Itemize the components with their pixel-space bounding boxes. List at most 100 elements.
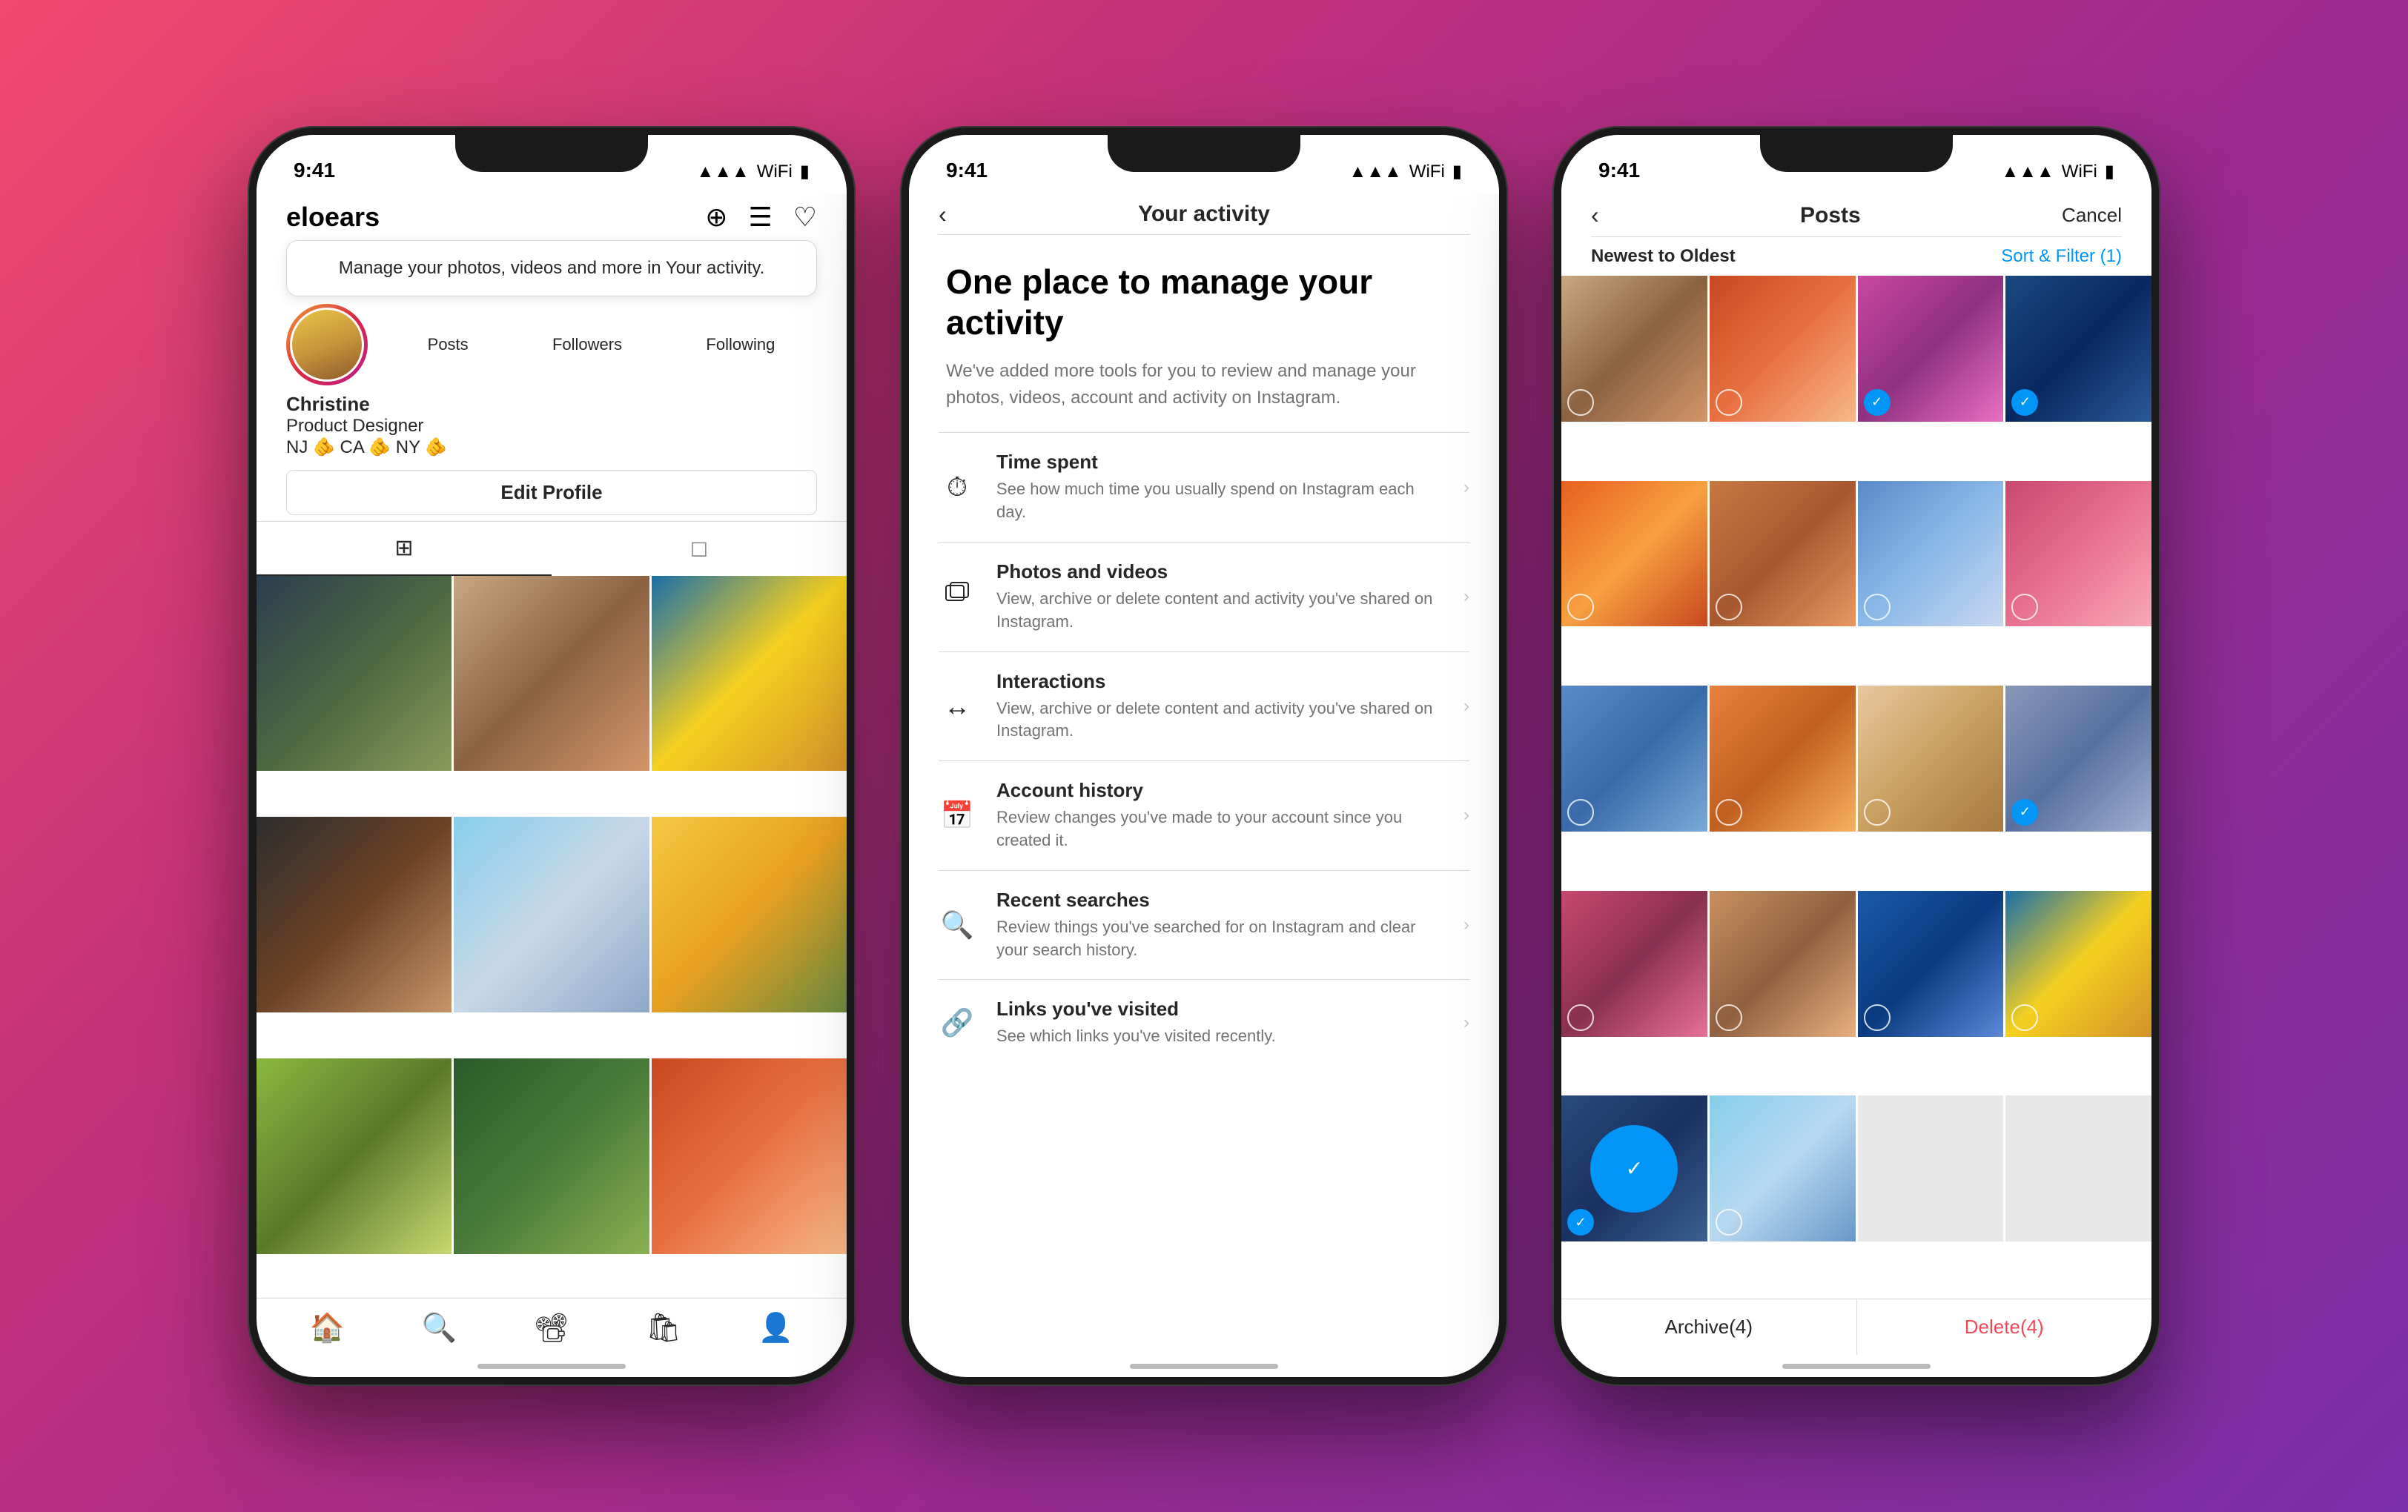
post-cell-8[interactable] (2005, 481, 2151, 627)
post-cell-11[interactable] (1858, 686, 2004, 832)
menu-item-history[interactable]: 📅 Account history Review changes you've … (909, 761, 1499, 870)
notch-3 (1760, 135, 1953, 172)
searches-content: Recent searches Review things you've sea… (996, 889, 1443, 962)
grid-cell-4[interactable] (257, 817, 452, 1012)
interactions-icon: ↔ (939, 691, 976, 722)
select-check-14[interactable] (1716, 1004, 1742, 1031)
stat-posts[interactable]: Posts (428, 335, 469, 354)
grid-cell-8[interactable] (454, 1058, 649, 1253)
battery-icon-3: ▮ (2105, 161, 2114, 182)
select-check-18[interactable] (1716, 1209, 1742, 1236)
cancel-button[interactable]: Cancel (2062, 204, 2122, 227)
username: eloears (286, 202, 380, 233)
time-icon: ⏱ (939, 471, 976, 503)
post-cell-13[interactable] (1561, 891, 1707, 1037)
select-check-10[interactable] (1716, 799, 1742, 826)
stat-followers[interactable]: Followers (552, 335, 622, 354)
menu-item-links[interactable]: 🔗 Links you've visited See which links y… (909, 980, 1499, 1066)
select-check-9[interactable] (1567, 799, 1594, 826)
profile-job: Product Designer (286, 416, 817, 437)
post-cell-9[interactable] (1561, 686, 1707, 832)
select-check-6[interactable] (1716, 594, 1742, 620)
time-content: Time spent See how much time you usually… (996, 451, 1443, 524)
delete-button[interactable]: Delete(4) (1857, 1299, 2152, 1355)
post-cell-17[interactable]: ✓ ✓ (1561, 1095, 1707, 1241)
posts-back-button[interactable]: ‹ (1591, 202, 1599, 229)
stat-following[interactable]: Following (706, 335, 775, 354)
menu-item-photos[interactable]: Photos and videos View, archive or delet… (909, 543, 1499, 651)
post-cell-16[interactable] (2005, 891, 2151, 1037)
select-check-17[interactable]: ✓ (1567, 1209, 1594, 1236)
tagged-view-tab[interactable]: ◻ (552, 522, 847, 576)
post-cell-19[interactable] (1858, 1095, 2004, 1241)
photos-icon (939, 580, 976, 614)
select-check-11[interactable] (1864, 799, 1891, 826)
history-arrow: › (1463, 805, 1469, 826)
grid-cell-6[interactable] (652, 817, 847, 1012)
select-check-16[interactable] (2011, 1004, 2038, 1031)
post-cell-10[interactable] (1710, 686, 1856, 832)
wifi-icon-3: WiFi (2062, 162, 2097, 182)
menu-item-interactions[interactable]: ↔ Interactions View, archive or delete c… (909, 652, 1499, 761)
back-button[interactable]: ‹ (939, 201, 947, 228)
status-icons-1: ▲▲▲ WiFi ▮ (697, 161, 810, 185)
grid-cell-5[interactable] (454, 817, 649, 1012)
post-cell-2[interactable] (1710, 276, 1856, 422)
sort-filter-button[interactable]: Sort & Filter (1) (2001, 246, 2122, 267)
menu-icon[interactable]: ☰ (748, 202, 772, 233)
select-check-3[interactable]: ✓ (1864, 389, 1891, 416)
grid-cell-7[interactable] (257, 1058, 452, 1253)
post-cell-3[interactable]: ✓ (1858, 276, 2004, 422)
profile-info: Posts Followers Following (257, 296, 847, 393)
tag-icon: ◻ (690, 535, 709, 561)
post-cell-6[interactable] (1710, 481, 1856, 627)
profile-nav-icon[interactable]: 👤 (758, 1312, 793, 1344)
interactions-content: Interactions View, archive or delete con… (996, 670, 1443, 743)
posts-bottom-actions: Archive(4) Delete(4) (1561, 1299, 2151, 1355)
search-nav-icon[interactable]: 🔍 (422, 1312, 457, 1344)
photos-content: Photos and videos View, archive or delet… (996, 560, 1443, 634)
select-check-15[interactable] (1864, 1004, 1891, 1031)
edit-profile-button[interactable]: Edit Profile (286, 470, 817, 515)
post-cell-18[interactable] (1710, 1095, 1856, 1241)
archive-button[interactable]: Archive(4) (1561, 1299, 1857, 1355)
reels-nav-icon[interactable]: 📽 (533, 1312, 569, 1344)
heart-icon[interactable]: ♡ (793, 202, 817, 233)
time-arrow: › (1463, 477, 1469, 498)
grid-view-tab[interactable]: ⊞ (257, 522, 552, 576)
post-cell-4[interactable]: ✓ (2005, 276, 2151, 422)
select-check-2[interactable] (1716, 389, 1742, 416)
select-check-1[interactable] (1567, 389, 1594, 416)
post-cell-5[interactable] (1561, 481, 1707, 627)
grid-cell-3[interactable] (652, 576, 847, 771)
links-content: Links you've visited See which links you… (996, 998, 1443, 1048)
battery-icon-2: ▮ (1452, 161, 1462, 182)
post-cell-1[interactable] (1561, 276, 1707, 422)
profile-location: NJ 🫵 CA 🫵 NY 🫵 (286, 437, 817, 458)
grid-cell-9[interactable] (652, 1058, 847, 1253)
home-nav-icon[interactable]: 🏠 (310, 1312, 345, 1344)
post-cell-12[interactable]: ✓ (2005, 686, 2151, 832)
signal-icon: ▲▲▲ (697, 162, 750, 182)
select-check-4[interactable]: ✓ (2011, 389, 2038, 416)
interactions-desc: View, archive or delete content and acti… (996, 697, 1443, 743)
select-check-13[interactable] (1567, 1004, 1594, 1031)
select-check-7[interactable] (1864, 594, 1891, 620)
activity-hero-desc: We've added more tools for you to review… (946, 358, 1462, 411)
grid-cell-2[interactable] (454, 576, 649, 771)
history-content: Account history Review changes you've ma… (996, 779, 1443, 852)
shop-nav-icon[interactable]: 🛍 (646, 1312, 681, 1344)
select-check-12[interactable]: ✓ (2011, 799, 2038, 826)
grid-cell-1[interactable] (257, 576, 452, 771)
post-cell-7[interactable] (1858, 481, 2004, 627)
post-cell-15[interactable] (1858, 891, 2004, 1037)
activity-nav-title: Your activity (1138, 202, 1270, 227)
signal-icon-3: ▲▲▲ (2002, 162, 2054, 182)
interactions-title: Interactions (996, 670, 1443, 693)
add-icon[interactable]: ⊕ (705, 202, 727, 233)
menu-item-time[interactable]: ⏱ Time spent See how much time you usual… (909, 433, 1499, 542)
menu-item-searches[interactable]: 🔍 Recent searches Review things you've s… (909, 871, 1499, 980)
post-cell-20[interactable] (2005, 1095, 2151, 1241)
post-cell-14[interactable] (1710, 891, 1856, 1037)
home-indicator-2 (909, 1355, 1499, 1377)
